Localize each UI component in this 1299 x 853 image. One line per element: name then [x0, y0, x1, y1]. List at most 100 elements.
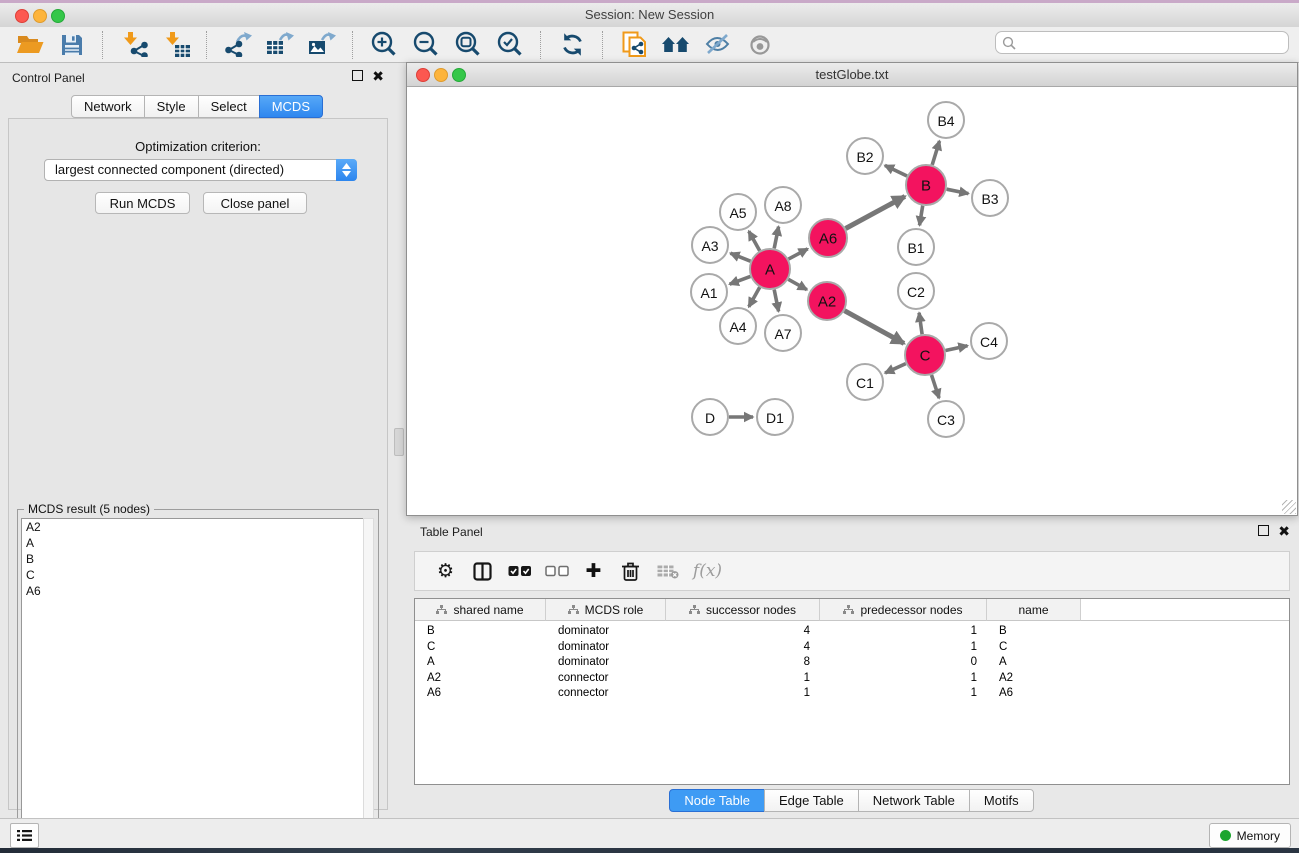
edge-B-B2[interactable]	[885, 165, 907, 176]
table-cell[interactable]: A2	[987, 671, 1081, 687]
minimize-traffic-light[interactable]	[434, 68, 448, 82]
add-column-button[interactable]: ✚	[575, 556, 612, 586]
split-pane-handle[interactable]	[394, 428, 404, 456]
tab-network-table[interactable]: Network Table	[858, 789, 970, 812]
close-panel-icon[interactable]: ✖	[1278, 526, 1290, 536]
open-session-button[interactable]	[9, 30, 51, 60]
edge-A-A5[interactable]	[749, 231, 760, 251]
table-cell[interactable]: 1	[820, 686, 987, 702]
column-header-name[interactable]: name	[987, 599, 1081, 621]
table-cell[interactable]: C	[987, 640, 1081, 656]
zoom-selected-button[interactable]	[489, 30, 531, 60]
table-cell[interactable]: 1	[820, 621, 987, 640]
table-cell[interactable]: connector	[546, 671, 666, 687]
zoom-out-button[interactable]	[405, 30, 447, 60]
edge-A-A4[interactable]	[749, 287, 760, 307]
tab-node-table[interactable]: Node Table	[669, 789, 765, 812]
table-cell[interactable]: A6	[415, 686, 546, 702]
table-cell[interactable]: 1	[820, 640, 987, 656]
tab-select[interactable]: Select	[198, 95, 260, 118]
tab-network[interactable]: Network	[71, 95, 145, 118]
export-network-button[interactable]	[217, 30, 259, 60]
table-row[interactable]: A2connector11A2	[415, 671, 1289, 687]
export-image-button[interactable]	[301, 30, 343, 60]
table-cell[interactable]: connector	[546, 686, 666, 702]
table-cell[interactable]: dominator	[546, 621, 666, 640]
close-panel-button[interactable]: Close panel	[203, 192, 307, 214]
network-from-file-button[interactable]	[613, 30, 655, 60]
window-resize-grip[interactable]	[1282, 500, 1296, 514]
table-cell[interactable]: 4	[666, 640, 820, 656]
export-table-button[interactable]	[259, 30, 301, 60]
edge-B-B3[interactable]	[947, 189, 969, 193]
table-settings-button[interactable]: ⚙	[427, 556, 464, 586]
edge-A-A7[interactable]	[774, 290, 778, 312]
table-cell[interactable]: 8	[666, 655, 820, 671]
table-cell[interactable]: dominator	[546, 640, 666, 656]
tab-style[interactable]: Style	[144, 95, 199, 118]
delete-table-button[interactable]	[649, 556, 686, 586]
tab-mcds[interactable]: MCDS	[259, 95, 323, 118]
table-cell[interactable]: 1	[820, 671, 987, 687]
deselect-all-button[interactable]	[538, 556, 575, 586]
table-cell[interactable]: A6	[987, 686, 1081, 702]
function-builder-button[interactable]: f(x)	[686, 556, 723, 586]
edge-A6-B[interactable]	[846, 196, 905, 228]
table-cell[interactable]: A2	[415, 671, 546, 687]
table-cell[interactable]: B	[415, 621, 546, 640]
table-cell[interactable]: A	[987, 655, 1081, 671]
first-neighbors-button[interactable]	[655, 30, 697, 60]
select-all-button[interactable]	[501, 556, 538, 586]
edge-C-C3[interactable]	[932, 375, 940, 398]
tab-motifs[interactable]: Motifs	[969, 789, 1034, 812]
close-panel-icon[interactable]: ✖	[372, 71, 384, 81]
float-panel-icon[interactable]	[1258, 525, 1269, 536]
edge-A-A3[interactable]	[730, 253, 750, 261]
result-item[interactable]: C	[22, 567, 363, 583]
import-network-button[interactable]	[113, 30, 155, 60]
zoom-fit-button[interactable]	[447, 30, 489, 60]
edge-B-B1[interactable]	[920, 206, 923, 226]
criterion-dropdown[interactable]: largest connected component (directed)	[44, 159, 357, 181]
network-view-window[interactable]: testGlobe.txt B4B2BB3A5A8A6B1A3AC2A1A2A4…	[406, 62, 1298, 516]
tab-edge-table[interactable]: Edge Table	[764, 789, 859, 812]
column-header-MCDS-role[interactable]: MCDS role	[546, 599, 666, 621]
network-window-titlebar[interactable]: testGlobe.txt	[407, 63, 1297, 87]
edge-A-A6[interactable]	[789, 249, 808, 259]
column-header-shared-name[interactable]: shared name	[415, 599, 546, 621]
run-mcds-button[interactable]: Run MCDS	[95, 192, 190, 214]
result-list-scrollbar[interactable]	[363, 518, 374, 846]
result-item[interactable]: A6	[22, 583, 363, 599]
table-cell[interactable]: 1	[666, 671, 820, 687]
search-input[interactable]	[995, 31, 1289, 54]
edge-C-C4[interactable]	[946, 346, 968, 351]
edge-A2-C[interactable]	[845, 311, 905, 344]
edge-A-A8[interactable]	[774, 227, 778, 249]
edge-C-C1[interactable]	[885, 364, 906, 373]
hide-selected-button[interactable]	[697, 30, 739, 60]
table-row[interactable]: Cdominator41C	[415, 640, 1289, 656]
zoom-traffic-light[interactable]	[452, 68, 466, 82]
column-header-successor-nodes[interactable]: successor nodes	[666, 599, 820, 621]
mcds-result-list[interactable]: A2ABCA6	[21, 518, 364, 848]
result-item[interactable]: A2	[22, 519, 363, 535]
float-panel-icon[interactable]	[352, 70, 363, 81]
edge-C-C2[interactable]	[919, 313, 922, 334]
apply-layout-button[interactable]	[551, 30, 593, 60]
table-cell[interactable]: C	[415, 640, 546, 656]
table-cell[interactable]: A	[415, 655, 546, 671]
result-item[interactable]: B	[22, 551, 363, 567]
save-session-button[interactable]	[51, 30, 93, 60]
import-table-button[interactable]	[155, 30, 197, 60]
close-traffic-light[interactable]	[416, 68, 430, 82]
app-titlebar[interactable]: Session: New Session	[0, 3, 1299, 28]
delete-columns-button[interactable]	[612, 556, 649, 586]
table-row[interactable]: Bdominator41B	[415, 621, 1289, 640]
table-row[interactable]: A6connector11A6	[415, 686, 1289, 702]
result-item[interactable]: A	[22, 535, 363, 551]
table-cell[interactable]: B	[987, 621, 1081, 640]
edge-A-A2[interactable]	[788, 279, 807, 289]
column-header-predecessor-nodes[interactable]: predecessor nodes	[820, 599, 987, 621]
close-traffic-light[interactable]	[15, 9, 29, 23]
zoom-traffic-light[interactable]	[51, 9, 65, 23]
